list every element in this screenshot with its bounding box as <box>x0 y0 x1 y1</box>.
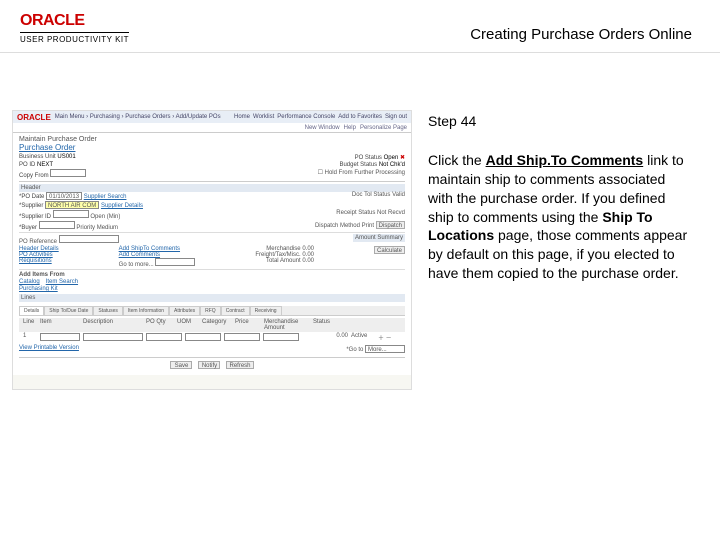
section-title: Purchase Order <box>19 143 405 152</box>
app-screenshot: ORACLE Main Menu › Purchasing › Purchase… <box>12 110 412 390</box>
po-status-label: PO Status <box>355 155 382 161</box>
brand-name: ORACLE <box>20 12 129 30</box>
brand-block: ORACLE USER PRODUCTIVITY KIT <box>20 12 129 44</box>
close-icon[interactable]: ✖ <box>400 155 405 161</box>
po-reference-label: PO Reference <box>19 239 57 245</box>
header-rule <box>0 52 720 53</box>
sub-toolbar[interactable]: New Window Help Personalize Page <box>13 123 411 133</box>
app-brand: ORACLE <box>17 113 51 122</box>
priority-value: Medium <box>97 225 118 231</box>
requisitions-link[interactable]: Requisitions <box>19 258 59 264</box>
goto-more[interactable]: Go to more... <box>119 262 154 268</box>
goto-label: *Go to <box>346 347 363 353</box>
budget-label: Budget Status <box>339 162 377 168</box>
copyfrom-label: Copy From <box>19 173 49 179</box>
po-reference-input[interactable] <box>59 235 119 243</box>
copyfrom-select[interactable] <box>50 169 86 177</box>
breadcrumb[interactable]: Main Menu › Purchasing › Purchase Orders… <box>55 114 221 120</box>
podate-label: *PO Date <box>19 194 44 200</box>
bu-label: Business Unit <box>19 154 56 160</box>
calculate-button[interactable]: Calculate <box>374 246 405 254</box>
dispatch-method: Dispatch Method Print <box>315 223 374 229</box>
amount-summary-label: Amount Summary <box>353 234 405 242</box>
bu-value: US001 <box>57 154 75 160</box>
hold-checkbox[interactable]: ☐ Hold From Further Processing <box>318 169 405 179</box>
brand-product: USER PRODUCTIVITY KIT <box>20 32 129 44</box>
receipt-status: Receipt Status Not Recvd <box>336 210 405 220</box>
supplierid-label: *Supplier ID <box>19 214 51 220</box>
table-row[interactable]: 1 0.00 Active ＋ － <box>19 332 405 343</box>
instruction-panel: Step 44 Click the Add Ship.To Comments l… <box>428 112 690 283</box>
poid-value: NEXT <box>37 162 53 168</box>
app-topbar: ORACLE Main Menu › Purchasing › Purchase… <box>13 111 411 123</box>
goto-select[interactable]: More... <box>365 345 405 353</box>
supplier-input[interactable]: NORTH AIR COM <box>45 201 99 209</box>
supplier-search-link[interactable]: Supplier Search <box>84 194 127 200</box>
lines-tabs[interactable]: Details Ship To/Due Date Statuses Item I… <box>19 306 405 316</box>
refresh-button[interactable]: Refresh <box>226 361 253 369</box>
nav-tabs[interactable]: Home Worklist Performance Console Add to… <box>234 114 407 120</box>
save-button[interactable]: Save <box>170 361 192 369</box>
supplierid-input[interactable] <box>53 210 89 218</box>
doc-title: Creating Purchase Orders Online <box>470 26 692 43</box>
step-label: Step 44 <box>428 112 690 131</box>
supplier-details-link[interactable]: Supplier Details <box>101 203 143 209</box>
instruction-text: Click the Add Ship.To Comments link to m… <box>428 151 690 283</box>
budget-value: Not Chk'd <box>379 162 405 168</box>
poid-label: PO ID <box>19 162 35 168</box>
buyer-label: *Buyer <box>19 225 37 231</box>
total-label: Total Amount <box>266 258 301 264</box>
header-group-label: Header <box>19 184 405 192</box>
add-items-from-label: Add Items From <box>19 272 65 278</box>
supplier-label: *Supplier <box>19 203 43 209</box>
purchasing-kit-link[interactable]: Purchasing Kit <box>19 286 58 292</box>
view-printable-link[interactable]: View Printable Version <box>19 345 79 353</box>
catalog-link[interactable]: Catalog <box>19 279 40 285</box>
dispatch-button[interactable]: Dispatch <box>376 221 405 229</box>
buyer-input[interactable] <box>39 221 75 229</box>
item-search-link[interactable]: Item Search <box>46 279 78 285</box>
po-status: Open <box>384 155 399 161</box>
podate-input[interactable]: 01/10/2013 <box>46 192 82 200</box>
lines-table: Line Item Description PO Qty UOM Categor… <box>19 318 405 343</box>
page-title-small: Maintain Purchase Order <box>19 136 405 143</box>
priority-text: Open (Min) <box>90 214 120 220</box>
priority-label: Priority <box>76 225 95 231</box>
notify-button[interactable]: Notify <box>198 361 220 369</box>
doctol-status: Doc Tol Status Valid <box>352 192 405 200</box>
lines-label: Lines <box>19 294 405 302</box>
